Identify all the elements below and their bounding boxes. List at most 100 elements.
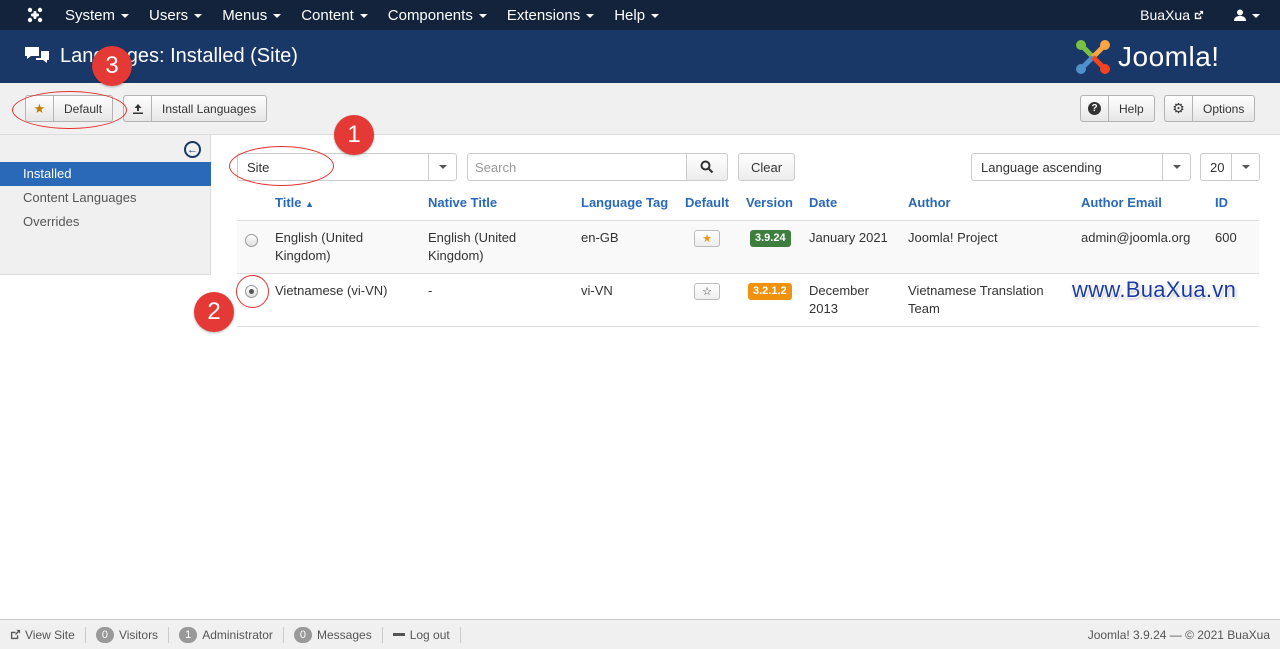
ordering-select[interactable]: Language ascending xyxy=(971,153,1191,181)
col-author-email[interactable]: Author Email xyxy=(1081,195,1162,210)
row-title-line: English (United xyxy=(275,230,364,245)
help-button-label: Help xyxy=(1119,101,1144,116)
minus-icon xyxy=(392,633,405,636)
help-button[interactable]: ? Help xyxy=(1080,95,1155,122)
menu-label: Components xyxy=(387,6,473,24)
external-link-icon xyxy=(1194,10,1204,19)
sidebar-item-installed[interactable]: Installed xyxy=(0,162,211,186)
upload-icon xyxy=(124,96,152,121)
joomla-logo-icon[interactable] xyxy=(20,0,50,30)
menu-label: Content xyxy=(301,6,354,24)
row-author: Joomla! Project xyxy=(908,230,998,245)
menu-content[interactable]: Content xyxy=(291,0,378,30)
annotation-ring-client xyxy=(229,146,334,186)
row-title: English (United Kingdom) xyxy=(275,229,363,265)
search-input[interactable]: Search xyxy=(467,153,687,181)
copyright: Joomla! 3.9.24 — © 2021 BuaXua xyxy=(1087,627,1270,642)
caret-down-icon xyxy=(651,14,660,18)
messages-label: Messages xyxy=(317,627,372,642)
caret-down-icon xyxy=(478,14,487,18)
visitors-count-badge: 0 xyxy=(95,626,114,643)
menu-users[interactable]: Users xyxy=(139,0,212,30)
row-divider xyxy=(237,273,1259,274)
admin-count-badge: 1 xyxy=(179,626,198,643)
main-menu: System Users Menus Content Components Ex… xyxy=(55,0,669,30)
admin-status: 1 Administrator xyxy=(169,626,284,643)
row-date: January 2021 xyxy=(809,229,888,247)
menu-label: Extensions xyxy=(506,6,581,24)
row-id: 600 xyxy=(1215,230,1237,245)
chevron-down-icon xyxy=(1162,154,1190,180)
row-author-email: admin@joomla.org xyxy=(1081,230,1191,245)
row-native-line: English (United xyxy=(428,230,517,245)
visitors-label: Visitors xyxy=(118,627,159,642)
row-author: Vietnamese Translation Team xyxy=(908,282,1044,318)
default-star-button[interactable]: ★ xyxy=(694,230,720,247)
gear-icon: ⚙ xyxy=(1165,96,1193,121)
menu-extensions[interactable]: Extensions xyxy=(497,0,604,30)
messages-count-badge: 0 xyxy=(293,626,312,643)
col-default[interactable]: Default xyxy=(685,195,729,210)
row-language-tag: vi-VN xyxy=(581,283,613,298)
row-select-radio[interactable] xyxy=(245,234,258,247)
options-button[interactable]: ⚙ Options xyxy=(1164,95,1256,122)
menu-components[interactable]: Components xyxy=(378,0,497,30)
messages-status[interactable]: 0 Messages xyxy=(284,626,383,643)
row-native-title: English (United Kingdom) xyxy=(428,229,516,265)
col-id[interactable]: ID xyxy=(1215,195,1228,210)
chevron-down-icon xyxy=(1231,154,1259,180)
menu-label: Menus xyxy=(222,6,268,24)
sort-up-icon: ▲ xyxy=(305,199,315,209)
external-link-icon xyxy=(10,629,21,640)
row-language-tag: en-GB xyxy=(581,230,619,245)
chevron-down-icon xyxy=(428,154,456,180)
sidebar: ← Installed Content Languages Overrides xyxy=(0,135,211,275)
collapse-sidebar-icon[interactable]: ← xyxy=(184,141,201,158)
star-outline-icon: ☆ xyxy=(702,286,712,298)
joomla-mark-icon xyxy=(1076,40,1110,74)
row-date-line: 2013 xyxy=(809,301,838,316)
col-date[interactable]: Date xyxy=(809,195,837,210)
question-circle-icon: ? xyxy=(1081,96,1109,121)
col-language-tag[interactable]: Language Tag xyxy=(581,195,668,210)
search-icon xyxy=(700,160,714,174)
menu-label: Help xyxy=(614,6,646,24)
row-date-line: January 2021 xyxy=(809,230,888,245)
menu-menus[interactable]: Menus xyxy=(212,0,291,30)
annotation-badge-1: 1 xyxy=(334,115,374,155)
joomla-wordmark: Joomla! xyxy=(1118,41,1220,72)
caret-down-icon xyxy=(586,14,595,18)
annotation-ring-default xyxy=(12,91,127,129)
col-version[interactable]: Version xyxy=(746,195,793,210)
annotation-badge-3: 3 xyxy=(92,46,132,86)
col-author[interactable]: Author xyxy=(908,195,951,210)
menu-system[interactable]: System xyxy=(55,0,139,30)
limit-select-value: 20 xyxy=(1210,159,1225,175)
make-default-button[interactable]: ☆ xyxy=(694,283,720,300)
sidebar-item-overrides[interactable]: Overrides xyxy=(0,210,211,234)
logout-link[interactable]: Log out xyxy=(383,626,461,643)
caret-down-icon xyxy=(359,14,368,18)
status-footer: View Site 0 Visitors 1 Administrator 0 M… xyxy=(0,619,1280,649)
col-title[interactable]: Title ▲ xyxy=(275,195,314,210)
topnav-right: BuaXua xyxy=(1140,0,1260,30)
star-filled-icon: ★ xyxy=(702,233,712,245)
watermark: www.BuaXua.vn xyxy=(1072,277,1237,302)
clear-button[interactable]: Clear xyxy=(738,153,795,181)
version-badge: 3.9.24 xyxy=(750,230,791,247)
user-menu[interactable] xyxy=(1234,9,1260,21)
col-native-title[interactable]: Native Title xyxy=(428,195,497,210)
search-button[interactable] xyxy=(686,153,728,181)
view-site-label: View Site xyxy=(25,627,75,642)
options-button-label: Options xyxy=(1203,101,1245,116)
row-native-line: Kingdom) xyxy=(428,248,484,263)
menu-label: Users xyxy=(149,6,189,24)
install-languages-button[interactable]: Install Languages xyxy=(123,95,268,122)
sidebar-item-content-languages[interactable]: Content Languages xyxy=(0,186,211,210)
view-site-link[interactable]: View Site xyxy=(0,626,86,643)
annotation-ring-radio xyxy=(236,275,269,308)
limit-select[interactable]: 20 xyxy=(1200,153,1260,181)
site-link[interactable]: BuaXua xyxy=(1140,7,1204,23)
menu-help[interactable]: Help xyxy=(604,0,669,30)
caret-down-icon xyxy=(273,14,282,18)
